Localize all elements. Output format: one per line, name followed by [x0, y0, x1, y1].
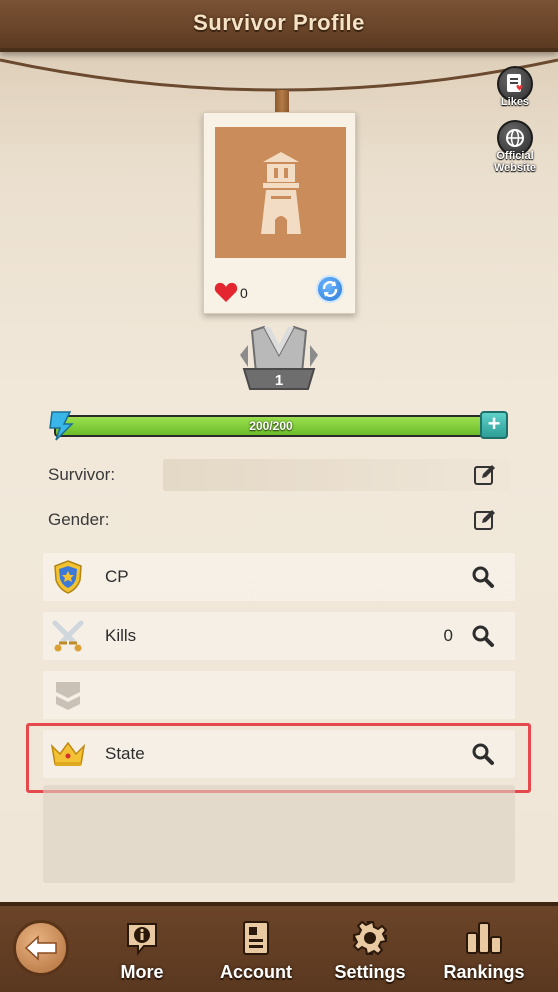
lighthouse-icon — [260, 151, 301, 234]
rank-badge: 1 — [240, 325, 318, 390]
nav-account-label: Account — [220, 962, 292, 982]
official-website-button[interactable]: Official Website — [480, 120, 550, 174]
stat-row-rank — [43, 671, 515, 719]
shield-icon — [54, 560, 82, 594]
page-title: Survivor Profile — [193, 10, 365, 35]
crossed-swords-icon — [52, 620, 84, 652]
likes-count: 0 — [240, 285, 248, 301]
heart-icon — [214, 282, 238, 302]
edit-gender-icon[interactable] — [473, 508, 497, 532]
refresh-icon — [322, 281, 338, 297]
nav-settings[interactable]: Settings — [320, 918, 420, 983]
empty-panel — [43, 785, 515, 883]
stat-value-kills: 0 — [443, 626, 453, 645]
stamina-text: 200/200 — [249, 419, 293, 433]
back-button[interactable] — [13, 920, 69, 976]
nav-more-label: More — [120, 962, 164, 982]
nav-more[interactable]: More — [92, 918, 192, 983]
add-stamina-button[interactable]: + — [480, 411, 508, 439]
nav-rankings[interactable]: Rankings — [434, 918, 534, 983]
stamina-icon — [49, 411, 74, 441]
rank-level: 1 — [275, 372, 283, 389]
stat-label-kills: Kills — [105, 626, 137, 645]
nav-settings-label: Settings — [334, 962, 406, 982]
header-bar: Survivor Profile — [0, 0, 558, 52]
avatar[interactable] — [215, 127, 346, 258]
info-icon — [127, 923, 157, 956]
chevron-rank-icon — [56, 682, 80, 710]
stamina-bar: 200/200 — [54, 415, 488, 437]
state-row-highlight — [26, 723, 531, 793]
survivor-label: Survivor: — [48, 465, 116, 484]
nav-account[interactable]: Account — [206, 918, 306, 983]
profile-photo-card: 0 — [203, 112, 356, 314]
search-cp-icon[interactable] — [471, 565, 495, 589]
survivor-name-field[interactable] — [163, 459, 510, 491]
bar-chart-icon — [466, 922, 502, 954]
edit-survivor-icon[interactable] — [473, 463, 497, 487]
stat-row-cp: CP — [43, 553, 515, 601]
likes-label: Likes — [500, 96, 530, 108]
likes-button[interactable]: Likes — [480, 66, 550, 108]
back-arrow-icon — [24, 935, 57, 961]
search-kills-icon[interactable] — [471, 624, 495, 648]
gender-label: Gender: — [48, 510, 110, 529]
gear-icon — [352, 920, 388, 956]
stat-row-kills: Kills 0 — [43, 612, 515, 660]
nav-rankings-label: Rankings — [443, 962, 525, 982]
official-website-label: Official Website — [494, 150, 536, 174]
refresh-button[interactable] — [316, 275, 344, 303]
stat-label-cp: CP — [105, 567, 129, 586]
account-card-icon — [243, 921, 269, 955]
bottom-nav: More Account Settings Rankings — [0, 902, 558, 992]
